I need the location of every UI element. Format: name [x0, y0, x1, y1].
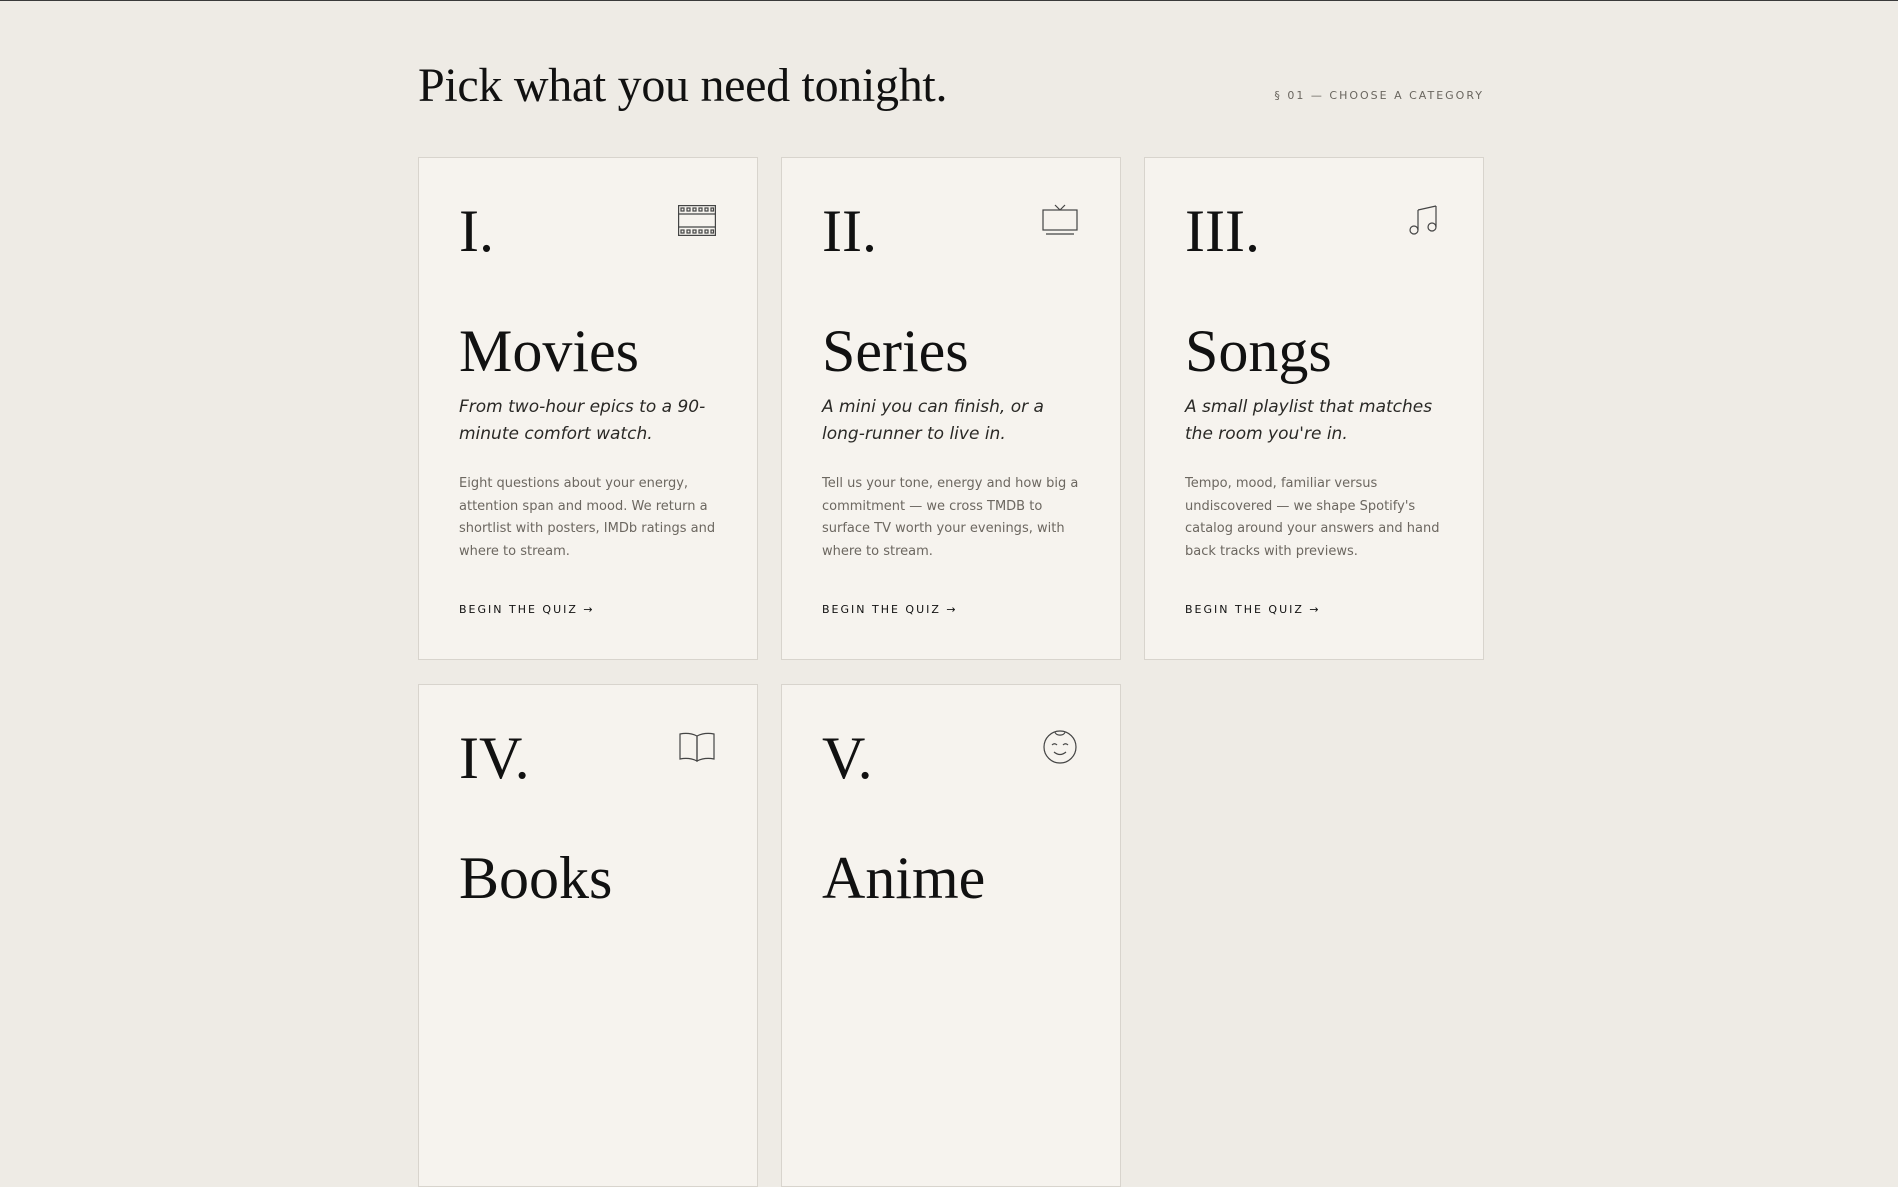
film-icon [677, 202, 717, 238]
card-numeral: I. [459, 198, 494, 264]
category-card-movies[interactable]: I. Movies From two-hour epics to a 90-mi… [418, 157, 758, 660]
card-title: Anime [822, 845, 986, 911]
category-page: Pick what you need tonight. § 01 — CHOOS… [418, 0, 1484, 1187]
card-numeral: V. [822, 725, 873, 791]
card-title: Series [822, 318, 969, 384]
music-note-icon [1403, 202, 1443, 238]
begin-quiz-link-movies[interactable]: BEGIN THE QUIZ → [459, 603, 595, 616]
card-description: Tell us your tone, energy and how big a … [822, 476, 1079, 559]
page-title: Pick what you need tonight. [418, 59, 948, 112]
card-numeral: IV. [459, 725, 530, 791]
card-title: Songs [1185, 318, 1332, 384]
category-card-songs[interactable]: III. Songs A small playlist that matches… [1144, 157, 1484, 660]
card-numeral: III. [1185, 198, 1260, 264]
begin-quiz-link-series[interactable]: BEGIN THE QUIZ → [822, 603, 958, 616]
category-card-anime[interactable]: V. Anime [781, 684, 1121, 1187]
card-description: Tempo, mood, familiar versus undiscovere… [1185, 476, 1440, 559]
card-description: Eight questions about your energy, atten… [459, 476, 716, 559]
card-numeral: II. [822, 198, 877, 264]
section-label: § 01 — CHOOSE A CATEGORY [1274, 89, 1484, 102]
card-title: Books [459, 845, 613, 911]
card-tagline: From two-hour epics to a 90-minute comfo… [459, 397, 706, 444]
card-tagline: A small playlist that matches the room y… [1185, 397, 1433, 444]
tv-icon [1040, 202, 1080, 238]
category-grid: I. Movies From two-hour epics to a 90-mi… [418, 157, 1484, 1187]
anime-face-icon [1040, 729, 1080, 765]
card-title: Movies [459, 318, 639, 384]
open-book-icon [677, 729, 717, 765]
category-card-books[interactable]: IV. Books [418, 684, 758, 1187]
category-card-series[interactable]: II. Series A mini you can finish, or a l… [781, 157, 1121, 660]
card-tagline: A mini you can finish, or a long-runner … [822, 397, 1044, 444]
begin-quiz-link-songs[interactable]: BEGIN THE QUIZ → [1185, 603, 1321, 616]
